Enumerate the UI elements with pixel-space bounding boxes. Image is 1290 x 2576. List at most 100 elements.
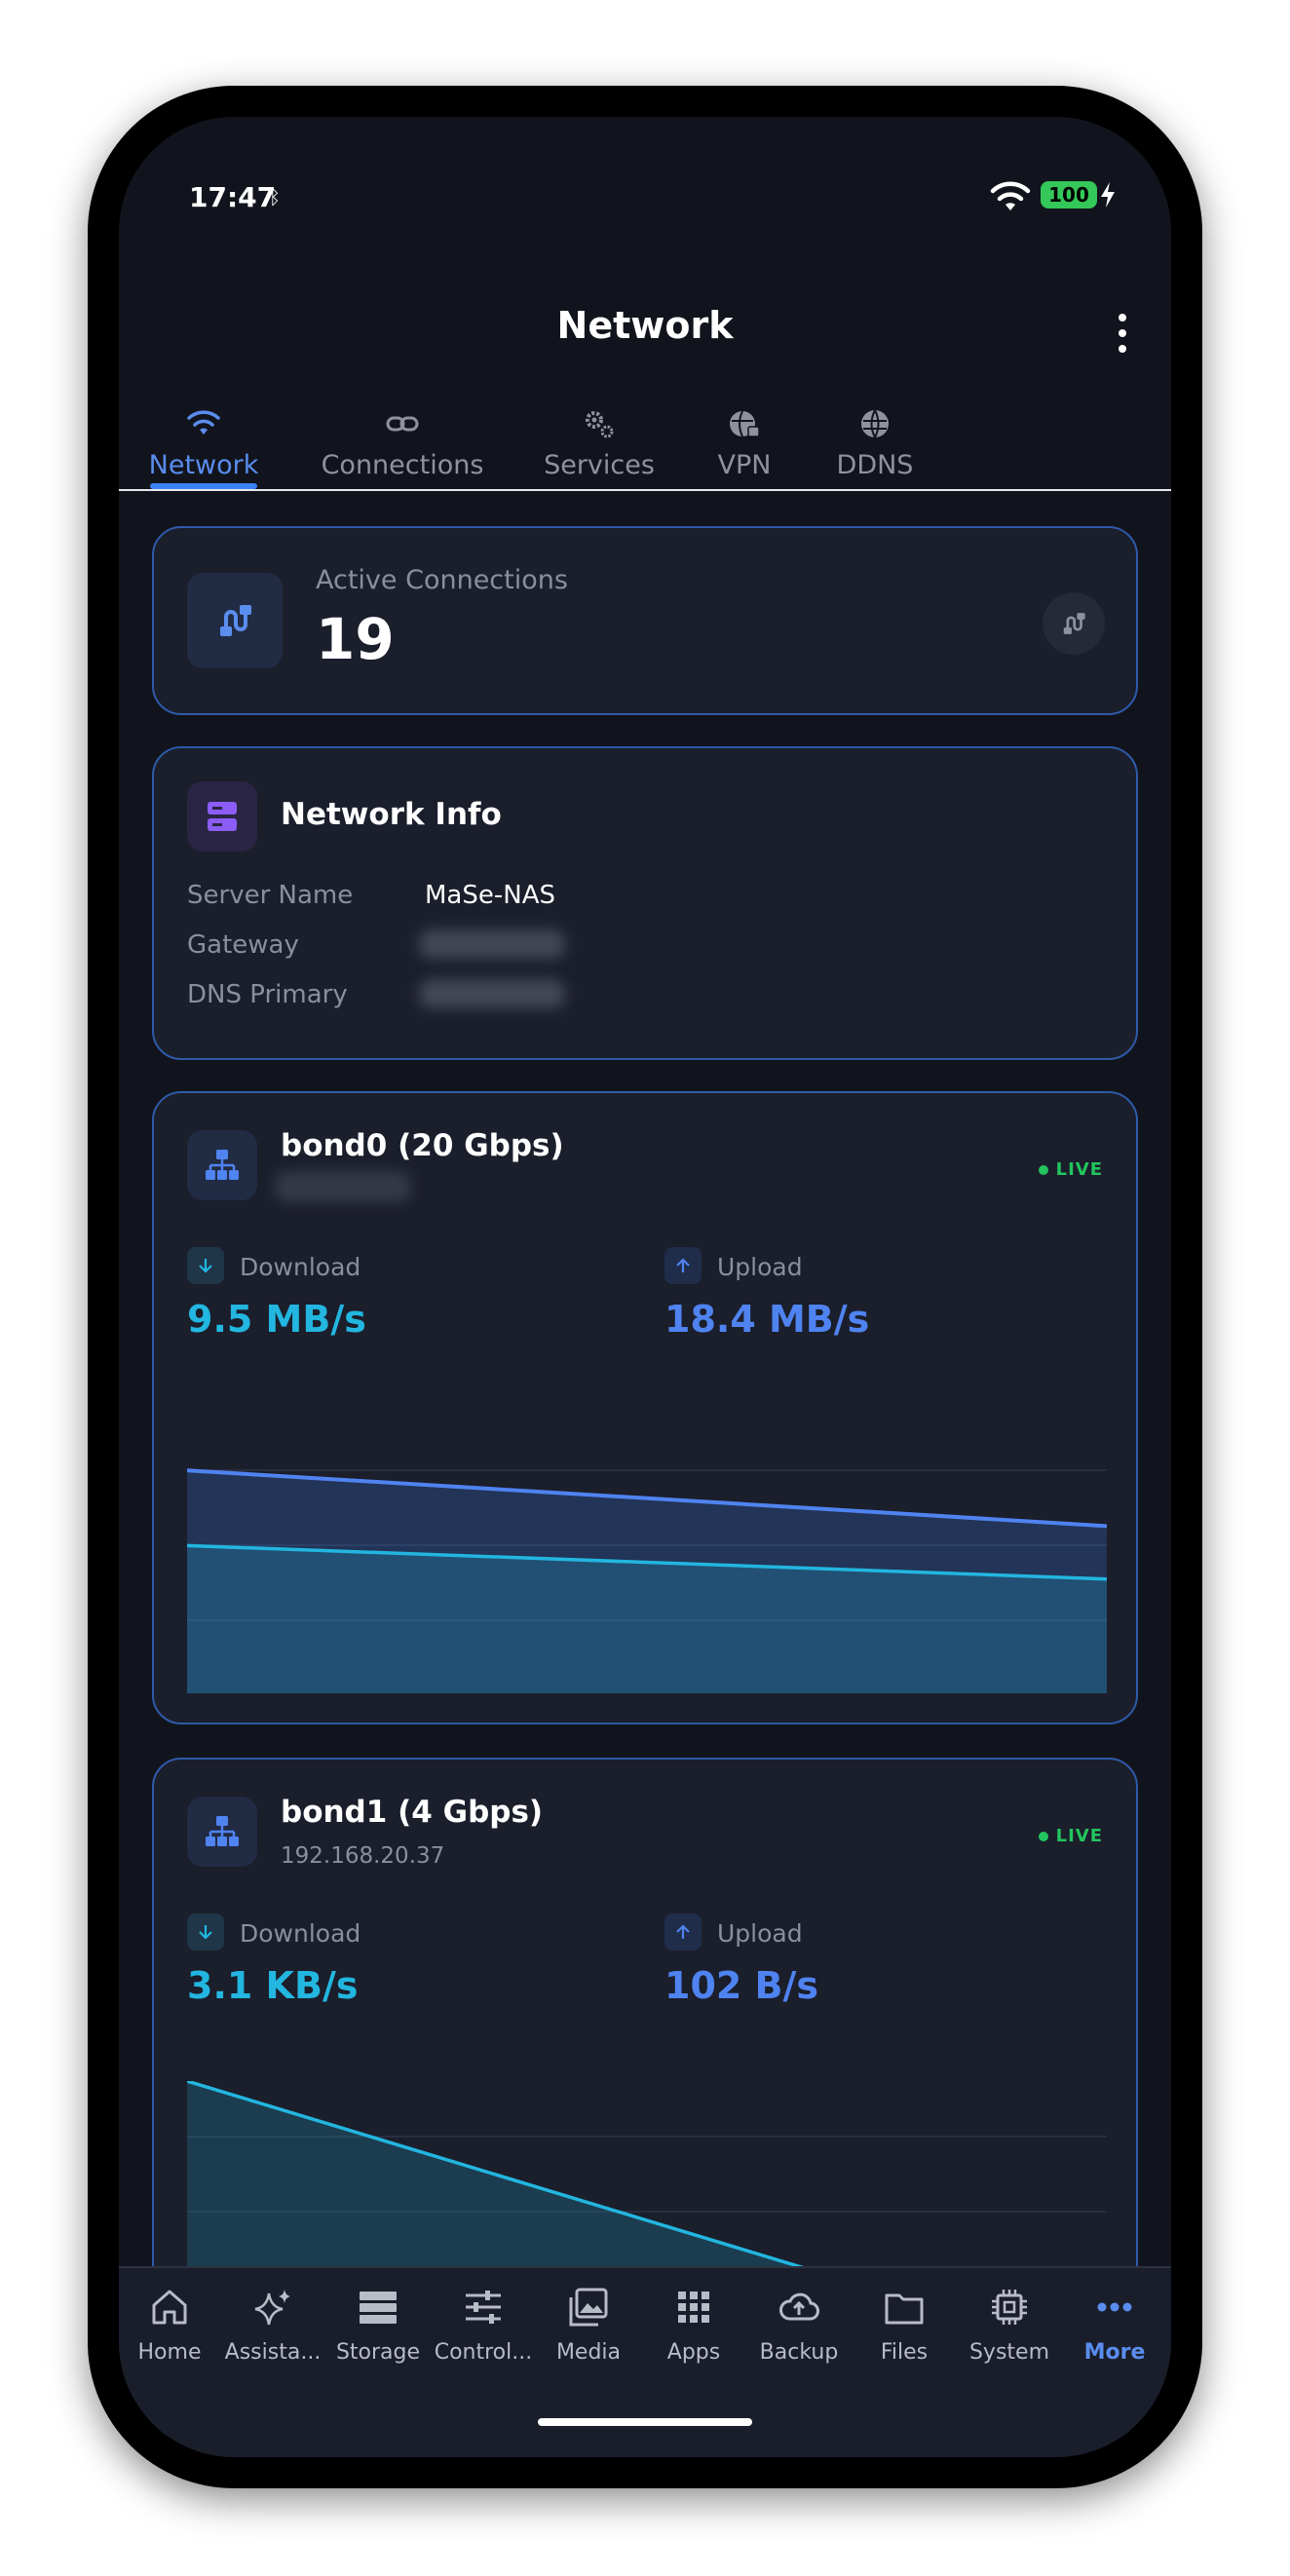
network-topology-icon <box>206 1816 239 1846</box>
server-name-label: Server Name <box>187 881 354 910</box>
upload-rate: 102 B/s <box>664 1964 819 2007</box>
network-topology-icon <box>206 1150 239 1180</box>
active-connections-card[interactable]: Active Connections 19 <box>152 526 1138 715</box>
cloud-upload-icon <box>779 2292 819 2321</box>
charging-icon <box>1101 182 1115 208</box>
home-icon <box>152 2290 187 2325</box>
bluetooth-icon: ᛒ <box>269 185 281 208</box>
connections-icon-box <box>187 573 283 668</box>
grid-icon <box>678 2292 709 2323</box>
interface-name: bond1 (4 Gbps) <box>281 1795 544 1830</box>
tab-services[interactable]: Services <box>536 399 663 491</box>
interface-card-bond0[interactable]: bond0 (20 Gbps) LIVE Download 9.5 MB/s U… <box>152 1091 1138 1724</box>
arrow-up-icon <box>676 1258 690 1272</box>
nav-files[interactable]: Files <box>852 2286 957 2365</box>
gateway-value-redacted <box>419 929 565 959</box>
live-label: LIVE <box>1055 1159 1103 1180</box>
chip-icon <box>992 2290 1027 2325</box>
gears-icon <box>586 411 614 438</box>
live-badge: LIVE <box>1038 1159 1103 1180</box>
tab-label: DDNS <box>836 450 914 480</box>
upload-label: Upload <box>717 1253 803 1281</box>
nav-storage[interactable]: Storage <box>325 2286 431 2365</box>
sliders-icon <box>466 2291 501 2324</box>
server-name-value: MaSe-NAS <box>425 881 555 910</box>
nav-label: Storage <box>335 2340 421 2365</box>
nav-apps[interactable]: Apps <box>641 2286 746 2365</box>
download-label: Download <box>240 1253 361 1281</box>
sparkle-icon <box>254 2290 290 2326</box>
nav-label: Assista... <box>224 2340 322 2365</box>
tab-label: VPN <box>717 450 772 480</box>
nav-label: More <box>1083 2340 1146 2365</box>
nav-backup[interactable]: Backup <box>746 2286 852 2365</box>
active-connections-count: 19 <box>316 606 395 672</box>
nav-label: Home <box>137 2340 202 2365</box>
nav-more[interactable]: More <box>1062 2286 1167 2365</box>
page-title: Network <box>556 304 734 347</box>
tab-vpn[interactable]: VPN <box>705 399 783 491</box>
nav-assistant[interactable]: Assista... <box>220 2286 325 2365</box>
photos-icon <box>569 2288 608 2327</box>
upload-rate: 18.4 MB/s <box>664 1298 870 1341</box>
traffic-chart-bond0 <box>187 1468 1107 1693</box>
storage-icon <box>360 2292 397 2324</box>
upload-badge <box>664 1247 702 1284</box>
active-connections-label: Active Connections <box>316 565 568 595</box>
interface-name: bond0 (20 Gbps) <box>281 1128 564 1163</box>
plug-icon <box>220 605 251 636</box>
wifi-status-icon <box>990 181 1031 210</box>
globe-lock-icon <box>730 410 760 437</box>
nav-label: Files <box>880 2340 929 2365</box>
tab-label: Connections <box>321 450 484 480</box>
network-info-title: Network Info <box>281 797 502 832</box>
download-label: Download <box>240 1919 361 1948</box>
folder-icon <box>885 2293 924 2325</box>
download-rate: 3.1 KB/s <box>187 1964 359 2007</box>
bottom-nav: Home Assista... Storage Control... Media… <box>119 2266 1171 2457</box>
tab-connections[interactable]: Connections <box>320 399 485 491</box>
nav-label: System <box>968 2340 1050 2365</box>
download-badge <box>187 1913 224 1951</box>
nav-label: Backup <box>759 2340 839 2365</box>
connections-detail-button[interactable] <box>1043 592 1105 655</box>
live-dot <box>1038 1831 1048 1841</box>
server-icon <box>208 802 237 831</box>
dns-primary-value-redacted <box>419 979 565 1008</box>
arrow-down-icon <box>199 1925 212 1940</box>
more-icon <box>1097 2302 1132 2312</box>
interface-address-redacted <box>275 1171 411 1202</box>
plug-icon <box>1063 613 1085 634</box>
interface-icon-box <box>187 1130 257 1200</box>
live-label: LIVE <box>1055 1826 1103 1846</box>
tab-bar: Network Connections Services VPN DDNS <box>119 399 1171 491</box>
active-tab-indicator <box>150 483 257 489</box>
download-badge <box>187 1247 224 1284</box>
app-screen: 17:47 ᛒ 100 Network Network Connections <box>119 117 1171 2457</box>
interface-icon-box <box>187 1797 257 1867</box>
nav-home[interactable]: Home <box>119 2286 222 2365</box>
more-options-icon[interactable] <box>1113 312 1132 355</box>
server-icon-box <box>187 781 257 852</box>
live-badge: LIVE <box>1038 1826 1103 1846</box>
wifi-icon <box>187 410 220 435</box>
status-time: 17:47 <box>189 181 277 213</box>
home-indicator <box>538 2418 752 2426</box>
tab-ddns[interactable]: DDNS <box>826 399 924 491</box>
live-dot <box>1038 1164 1048 1175</box>
upload-badge <box>664 1913 702 1951</box>
nav-label: Media <box>555 2340 622 2365</box>
nav-control[interactable]: Control... <box>431 2286 536 2365</box>
globe-icon <box>861 409 889 438</box>
tab-label: Network <box>148 450 259 480</box>
arrow-down-icon <box>199 1259 212 1273</box>
tab-network[interactable]: Network <box>148 399 259 491</box>
gateway-label: Gateway <box>187 930 299 960</box>
battery-indicator: 100 <box>1041 181 1097 208</box>
nav-media[interactable]: Media <box>536 2286 641 2365</box>
link-icon <box>386 416 419 432</box>
arrow-up-icon <box>676 1924 690 1939</box>
upload-label: Upload <box>717 1919 803 1948</box>
nav-system[interactable]: System <box>957 2286 1062 2365</box>
download-rate: 9.5 MB/s <box>187 1298 366 1341</box>
